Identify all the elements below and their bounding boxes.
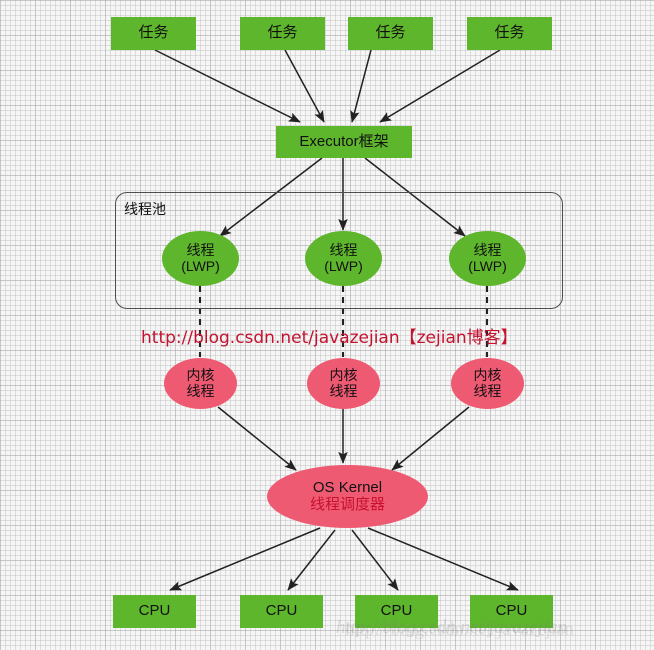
kernel-thread-line2: 线程: [329, 382, 358, 399]
edges-kernel-threads-to-os-kernel: [217, 406, 470, 471]
cpu-label: CPU: [265, 602, 298, 620]
kernel-thread-line1: 内核: [473, 366, 502, 383]
task-label: 任务: [138, 24, 169, 42]
kernel-thread-2[interactable]: 内核 线程: [307, 358, 380, 409]
executor-framework-box[interactable]: Executor框架: [276, 126, 412, 158]
task-box-1[interactable]: 任务: [111, 17, 196, 50]
thread-lwp-line2: (LWP): [324, 257, 363, 274]
thread-lwp-line1: 线程: [186, 241, 215, 258]
cpu-box-1[interactable]: CPU: [113, 595, 196, 628]
kernel-thread-1[interactable]: 内核 线程: [164, 358, 237, 409]
cpu-label: CPU: [138, 602, 171, 620]
kernel-thread-line1: 内核: [329, 366, 358, 383]
thread-lwp-1[interactable]: 线程 (LWP): [162, 231, 239, 286]
task-label: 任务: [375, 24, 406, 42]
task-box-3[interactable]: 任务: [348, 17, 433, 50]
task-box-2[interactable]: 任务: [240, 17, 325, 50]
kernel-thread-line1: 内核: [186, 366, 215, 383]
os-kernel-line2: 线程调度器: [309, 495, 385, 513]
diagram-canvas: 任务 任务 任务 任务 Executor框架 线程池 线程 (LWP) 线程 (…: [0, 0, 654, 650]
thread-lwp-2[interactable]: 线程 (LWP): [305, 231, 382, 286]
task-label: 任务: [267, 24, 298, 42]
os-kernel-line1: OS Kernel: [312, 478, 383, 496]
kernel-thread-3[interactable]: 内核 线程: [451, 358, 524, 409]
thread-lwp-line1: 线程: [473, 241, 502, 258]
executor-framework-label: Executor框架: [299, 132, 389, 150]
task-box-4[interactable]: 任务: [467, 17, 552, 50]
thread-lwp-line2: (LWP): [468, 257, 507, 274]
edges-tasks-to-executor: [154, 49, 501, 123]
os-kernel-scheduler[interactable]: OS Kernel 线程调度器: [267, 465, 428, 528]
thread-pool-label: 线程池: [124, 201, 166, 217]
cpu-box-2[interactable]: CPU: [240, 595, 323, 628]
kernel-thread-line2: 线程: [473, 382, 502, 399]
thread-lwp-3[interactable]: 线程 (LWP): [449, 231, 526, 286]
task-label: 任务: [494, 24, 525, 42]
watermark-blog-url: http://blog.csdn.net/javazejian【zejian博客…: [141, 328, 518, 348]
kernel-thread-line2: 线程: [186, 382, 215, 399]
thread-lwp-line2: (LWP): [181, 257, 220, 274]
watermark-faint-2: http://blog.csdn.net/javazejian: [345, 619, 574, 640]
edges-os-kernel-to-cpus: [169, 527, 519, 591]
thread-lwp-line1: 线程: [329, 241, 358, 258]
